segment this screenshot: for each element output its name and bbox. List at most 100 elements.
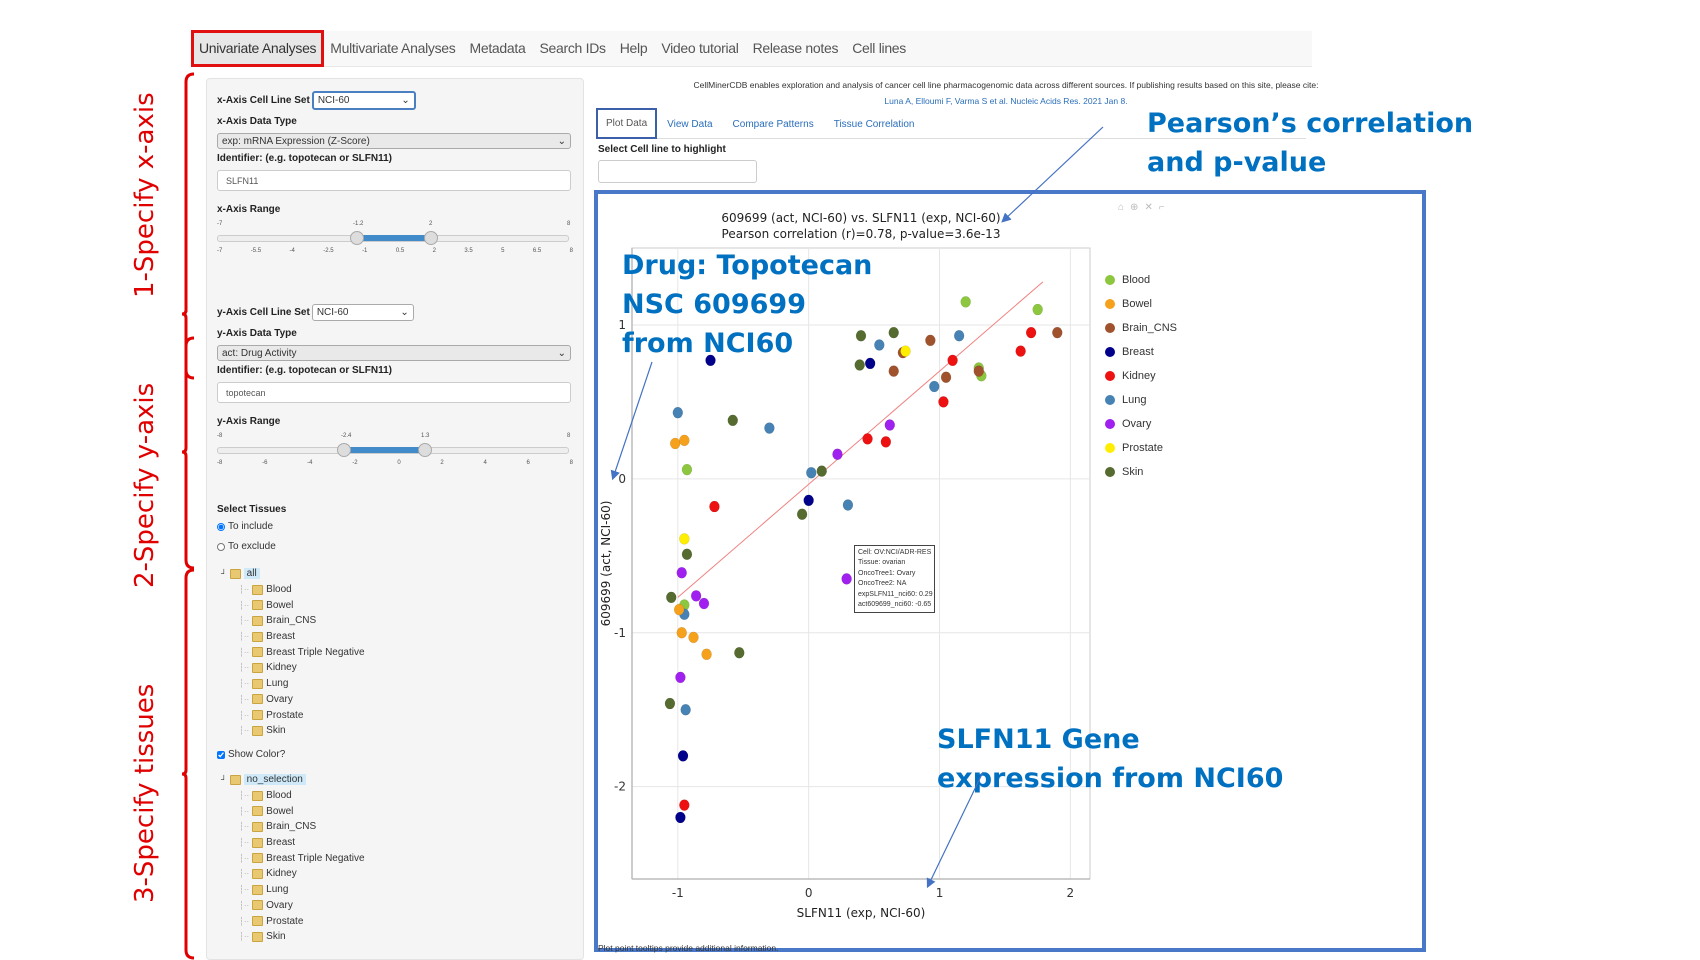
data-point-blood[interactable] — [960, 296, 971, 308]
data-point-bowel[interactable] — [679, 434, 690, 447]
tree-node-ovary[interactable]: ┆·· Ovary — [221, 898, 365, 914]
data-point-skin[interactable] — [727, 414, 739, 427]
tree-toggle-icon[interactable]: ┘ — [221, 775, 227, 784]
radio-exclude[interactable]: To exclude — [217, 541, 276, 552]
data-point-ovary[interactable] — [832, 448, 843, 460]
nav-tab-search-ids[interactable]: Search IDs — [532, 31, 612, 66]
data-point-prostate[interactable] — [679, 533, 690, 545]
tree-node-brain-cns[interactable]: ┆·· Brain_CNS — [221, 819, 365, 835]
tab-tissue-correlation[interactable]: Tissue Correlation — [824, 111, 925, 138]
y-range-high-handle[interactable] — [418, 443, 432, 457]
nav-tab-cell-lines[interactable]: Cell lines — [845, 31, 913, 66]
data-point-ovary[interactable] — [698, 597, 710, 610]
legend-item-breast[interactable]: Breast — [1105, 340, 1177, 364]
data-point-kidney[interactable] — [1025, 326, 1037, 339]
data-point-breast[interactable] — [677, 750, 689, 762]
tree-node-breast-triple-negative[interactable]: ┆·· Breast Triple Negative — [221, 644, 365, 660]
data-point-lung[interactable] — [680, 703, 691, 716]
tree-node-kidney[interactable]: ┆·· Kidney — [221, 660, 365, 676]
data-point-skin[interactable] — [666, 591, 677, 604]
data-point-skin[interactable] — [664, 697, 676, 710]
data-point-kidney[interactable] — [938, 396, 949, 408]
nav-tab-metadata[interactable]: Metadata — [462, 31, 532, 66]
legend-item-prostate[interactable]: Prostate — [1105, 436, 1177, 460]
data-point-bowel[interactable] — [676, 627, 687, 639]
data-point-brain-cns[interactable] — [888, 365, 899, 377]
data-point-skin[interactable] — [816, 465, 827, 477]
tree-node-lung[interactable]: ┆·· Lung — [221, 676, 365, 692]
data-point-skin[interactable] — [681, 548, 693, 561]
radio-include-input[interactable] — [217, 522, 225, 531]
data-point-prostate[interactable] — [900, 345, 911, 357]
show-color-input[interactable] — [217, 750, 225, 759]
tree-node-skin[interactable]: ┆·· Skin — [221, 723, 365, 739]
nav-tab-release-notes[interactable]: Release notes — [746, 31, 846, 66]
tab-view-data[interactable]: View Data — [657, 111, 722, 138]
x-data-type-select[interactable]: exp: mRNA Expression (Z-Score) ⌄ — [217, 133, 571, 149]
tab-compare-patterns[interactable]: Compare Patterns — [723, 111, 824, 138]
data-point-brain-cns[interactable] — [940, 371, 952, 384]
y-range-slider[interactable]: -8 -2.4 1.3 8 -8 -6 -4 -2 0 2 4 6 8 — [217, 433, 573, 473]
data-point-kidney[interactable] — [862, 433, 873, 445]
data-point-ovary[interactable] — [841, 573, 852, 585]
y-cell-line-set-select[interactable]: NCI-60 ⌄ — [311, 304, 414, 321]
tree-node-bowel[interactable]: ┆·· Bowel — [221, 597, 365, 613]
tree-node-breast[interactable]: ┆·· Breast — [221, 629, 365, 645]
data-point-breast[interactable] — [675, 811, 686, 824]
data-point-ovary[interactable] — [690, 590, 702, 602]
legend-item-skin[interactable]: Skin — [1105, 460, 1177, 484]
data-point-lung[interactable] — [953, 329, 965, 342]
data-point-blood[interactable] — [1032, 303, 1043, 316]
highlight-cell-line-input[interactable] — [598, 160, 757, 183]
tree-node-prostate[interactable]: ┆·· Prostate — [221, 913, 365, 929]
y-range-low-handle[interactable] — [337, 443, 351, 457]
data-point-lung[interactable] — [842, 499, 854, 511]
tree-node-breast-triple-negative[interactable]: ┆·· Breast Triple Negative — [221, 850, 365, 866]
legend-item-lung[interactable]: Lung — [1105, 388, 1177, 412]
data-point-blood[interactable] — [681, 463, 693, 476]
x-range-slider[interactable]: -7 -1.2 2 8 -7 -5.5 -4 -2.5 -1 0.5 2 3.5 5 6.5 8 — [217, 221, 573, 261]
data-point-lung[interactable] — [764, 422, 775, 434]
data-point-kidney[interactable] — [947, 354, 958, 367]
tree-node-ovary[interactable]: ┆·· Ovary — [221, 692, 365, 708]
data-point-bowel[interactable] — [701, 648, 712, 661]
data-point-kidney[interactable] — [880, 436, 892, 448]
data-point-ovary[interactable] — [675, 671, 686, 684]
nav-tab-video-tutorial[interactable]: Video tutorial — [654, 31, 745, 66]
legend-item-bowel[interactable]: Bowel — [1105, 292, 1177, 316]
data-point-kidney[interactable] — [1015, 345, 1026, 357]
y-data-type-select[interactable]: act: Drug Activity ⌄ — [217, 345, 571, 361]
data-point-brain-cns[interactable] — [1052, 326, 1063, 339]
tree-node-skin[interactable]: ┆·· Skin — [221, 929, 365, 945]
tree-node-kidney[interactable]: ┆·· Kidney — [221, 866, 365, 882]
tree-node-blood[interactable]: ┆·· Blood — [221, 582, 365, 598]
tree-node-prostate[interactable]: ┆·· Prostate — [221, 707, 365, 723]
y-identifier-input[interactable]: topotecan — [217, 382, 571, 403]
data-point-skin[interactable] — [888, 326, 899, 339]
radio-exclude-input[interactable] — [217, 542, 225, 551]
data-point-kidney[interactable] — [679, 799, 690, 811]
tree-node-bowel[interactable]: ┆·· Bowel — [221, 803, 365, 819]
x-cell-line-set-select[interactable]: NCI-60 ⌄ — [311, 91, 416, 110]
legend-item-ovary[interactable]: Ovary — [1105, 412, 1177, 436]
data-point-kidney[interactable] — [709, 500, 720, 513]
legend-item-kidney[interactable]: Kidney — [1105, 364, 1177, 388]
show-color-checkbox[interactable]: Show Color? — [217, 749, 285, 760]
nav-tab-univariate[interactable]: Univariate Analyses — [190, 30, 325, 67]
tab-plot-data[interactable]: Plot Data — [596, 108, 658, 139]
data-point-bowel[interactable] — [669, 437, 681, 450]
data-point-lung[interactable] — [929, 380, 940, 393]
legend-item-brain-cns[interactable]: Brain_CNS — [1105, 316, 1177, 340]
tree-node-no-selection[interactable]: ┘ no_selection — [221, 772, 365, 788]
data-point-lung[interactable] — [874, 339, 885, 351]
tree-node-all[interactable]: ┘ all — [221, 566, 365, 582]
data-point-ovary[interactable] — [884, 419, 896, 431]
radio-include[interactable]: To include — [217, 521, 273, 532]
x-identifier-input[interactable]: SLFN11 — [217, 170, 571, 191]
tree-node-lung[interactable]: ┆·· Lung — [221, 882, 365, 898]
tree-node-breast[interactable]: ┆·· Breast — [221, 835, 365, 851]
pan-icon[interactable]: ⌐ — [1159, 202, 1165, 213]
legend-item-blood[interactable]: Blood — [1105, 268, 1177, 292]
data-point-brain-cns[interactable] — [973, 365, 985, 377]
data-point-breast[interactable] — [803, 494, 814, 507]
